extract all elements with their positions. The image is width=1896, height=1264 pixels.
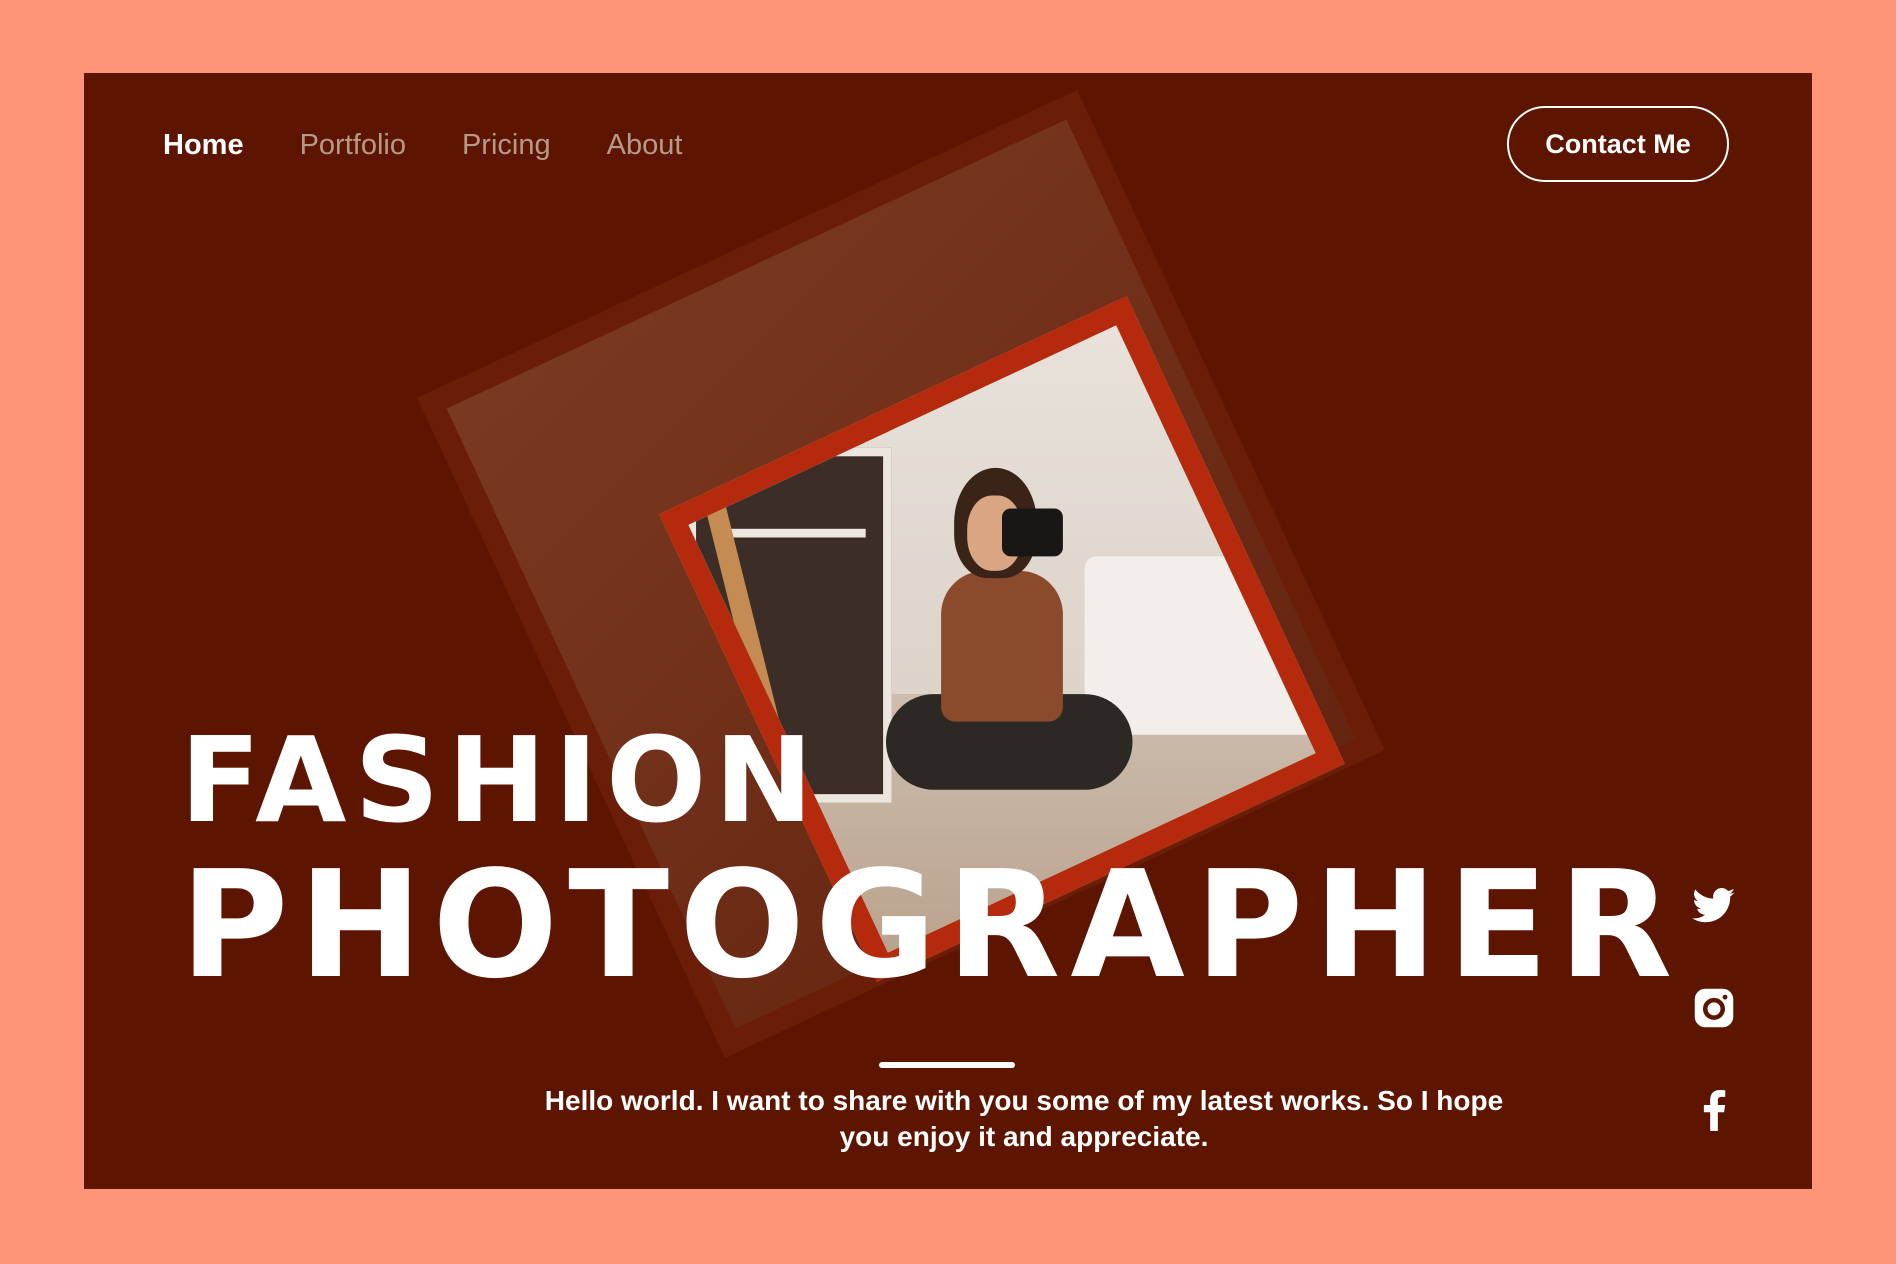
nav-item-about[interactable]: About <box>607 129 683 162</box>
instagram-icon[interactable] <box>1691 985 1737 1031</box>
tagline-line2: you enjoy it and appreciate. <box>839 1121 1209 1152</box>
contact-me-button[interactable]: Contact Me <box>1507 106 1729 182</box>
twitter-icon[interactable] <box>1691 883 1737 929</box>
facebook-icon[interactable] <box>1691 1087 1737 1133</box>
tagline-line1: Hello world. I want to share with you so… <box>544 1085 1504 1116</box>
main-nav: Home Portfolio Pricing About <box>163 125 682 165</box>
hero-title-line2: PHOTOGRAPHER <box>180 839 1683 1011</box>
hero-title-line1: FASHION <box>180 711 822 849</box>
hero-tagline: Hello world. I want to share with you so… <box>444 1083 1604 1155</box>
nav-item-home[interactable]: Home <box>163 129 244 162</box>
hero-panel: Home Portfolio Pricing About Contact Me … <box>84 73 1812 1189</box>
social-links <box>1684 883 1744 1133</box>
nav-item-pricing[interactable]: Pricing <box>462 129 551 162</box>
divider <box>879 1062 1015 1068</box>
nav-item-portfolio[interactable]: Portfolio <box>300 129 406 162</box>
